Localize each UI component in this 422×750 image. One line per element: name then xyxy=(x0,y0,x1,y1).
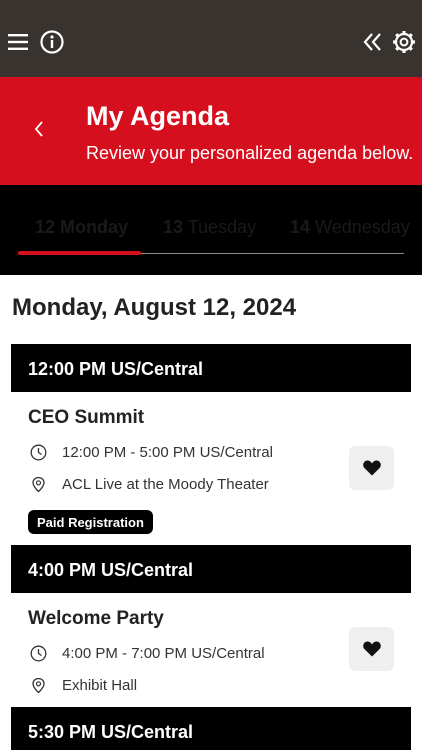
tab-day-13[interactable]: 13 Tuesday xyxy=(163,217,256,238)
heart-icon xyxy=(362,641,381,657)
gear-icon[interactable] xyxy=(391,29,417,55)
event-title[interactable]: Welcome Party xyxy=(28,608,164,630)
hamburger-icon[interactable] xyxy=(6,29,32,55)
favorite-button[interactable] xyxy=(349,446,394,490)
clock-icon xyxy=(30,444,47,460)
event-location-row: Exhibit Hall xyxy=(30,674,137,696)
time-slot-header: 12:00 PM US/Central xyxy=(11,344,411,392)
date-heading: Monday, August 12, 2024 xyxy=(12,294,297,321)
double-chevron-left-icon[interactable] xyxy=(360,29,386,55)
event-location: Exhibit Hall xyxy=(62,676,138,694)
time-slot-header: 5:30 PM US/Central xyxy=(11,707,411,750)
location-pin-icon xyxy=(32,476,45,492)
active-tab-indicator xyxy=(18,251,141,255)
agenda-hero: My Agenda Review your personalized agend… xyxy=(0,77,422,185)
event-time: 12:00 PM - 5:00 PM US/Central xyxy=(62,443,273,461)
location-pin-icon xyxy=(32,677,45,693)
clock-icon xyxy=(30,645,47,661)
info-icon[interactable] xyxy=(39,29,65,55)
time-slot-header: 4:00 PM US/Central xyxy=(11,545,411,593)
chevron-left-icon[interactable] xyxy=(30,119,48,139)
top-bar xyxy=(0,0,422,77)
event-time-row: 4:00 PM - 7:00 PM US/Central xyxy=(30,642,265,664)
page-title: My Agenda xyxy=(86,101,230,131)
heart-icon xyxy=(362,460,381,476)
event-location-row: ACL Live at the Moody Theater xyxy=(30,473,269,495)
favorite-button[interactable] xyxy=(349,627,394,671)
status-badge: Paid Registration xyxy=(28,510,153,534)
tab-day-14[interactable]: 14 Wednesday xyxy=(290,217,410,238)
event-location: ACL Live at the Moody Theater xyxy=(62,475,269,493)
event-time-row: 12:00 PM - 5:00 PM US/Central xyxy=(30,441,273,463)
tab-day-12[interactable]: 12 Monday xyxy=(35,217,128,238)
event-title[interactable]: CEO Summit xyxy=(28,407,144,429)
page-subtitle: Review your personalized agenda below. xyxy=(86,143,414,163)
event-time: 4:00 PM - 7:00 PM US/Central xyxy=(62,644,265,662)
